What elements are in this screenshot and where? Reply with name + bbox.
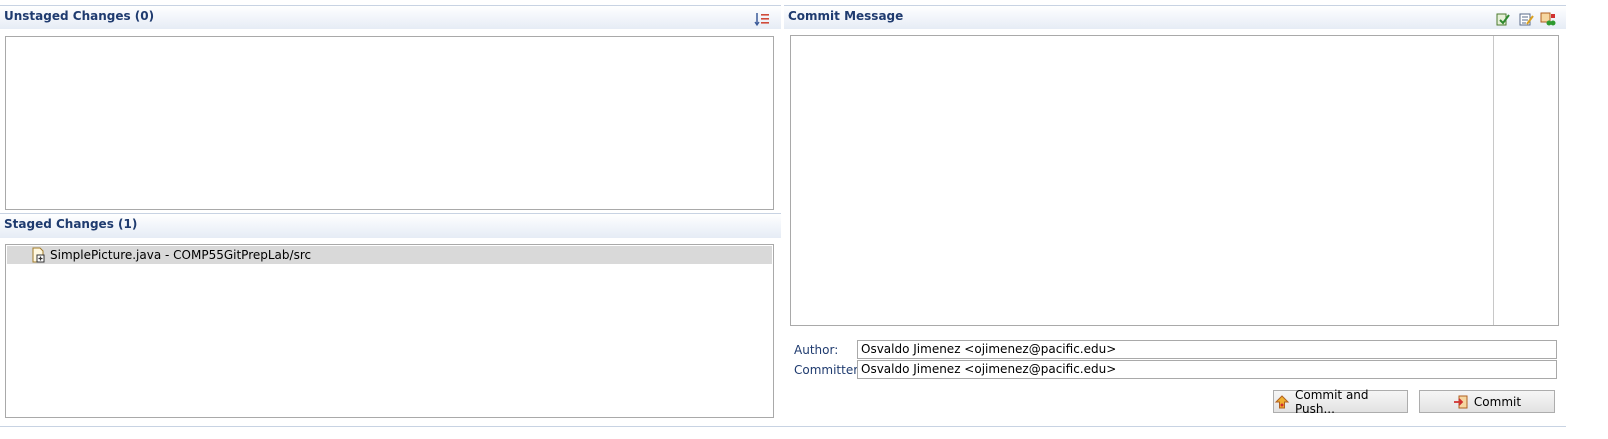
commit-message-text [795, 39, 1489, 319]
unstaged-changes-title: Unstaged Changes (0) [4, 9, 155, 23]
commit-message-area[interactable] [790, 35, 1559, 326]
author-label: Author: [794, 343, 839, 357]
bottom-divider [0, 426, 1566, 427]
committer-field[interactable]: Osvaldo Jimenez <ojimenez@pacific.edu> [857, 360, 1557, 379]
unstaged-changes-list[interactable] [5, 36, 774, 210]
commit-message-header: Commit Message [784, 5, 1566, 29]
java-file-staged-icon [30, 247, 46, 263]
commit-and-push-label: Commit and Push... [1295, 387, 1369, 416]
sort-list-icon[interactable] [753, 10, 771, 28]
staged-file-row[interactable]: SimplePicture.java - COMP55GitPrepLab/sr… [7, 246, 772, 264]
staged-file-label: SimplePicture.java - COMP55GitPrepLab/sr… [50, 248, 312, 262]
commit-button[interactable]: Commit [1419, 390, 1555, 413]
staged-changes-header: Staged Changes (1) [0, 213, 781, 238]
amend-icon[interactable] [1517, 10, 1535, 28]
staged-changes-list[interactable]: SimplePicture.java - COMP55GitPrepLab/sr… [5, 244, 774, 418]
committer-label: Committer: [794, 363, 862, 377]
commit-icon [1453, 394, 1469, 410]
commit-message-title: Commit Message [788, 9, 904, 23]
signed-off-icon[interactable] [1494, 10, 1512, 28]
unstaged-changes-header: Unstaged Changes (0) [0, 5, 781, 29]
author-field[interactable]: Osvaldo Jimenez <ojimenez@pacific.edu> [857, 340, 1557, 359]
compare-icon[interactable] [1539, 10, 1557, 28]
commit-message-ruler [1493, 36, 1494, 325]
commit-label: Commit [1473, 394, 1522, 409]
staged-changes-title: Staged Changes (1) [4, 217, 138, 231]
commit-and-push-button[interactable]: Commit and Push... [1273, 387, 1408, 416]
push-icon [1274, 394, 1290, 410]
